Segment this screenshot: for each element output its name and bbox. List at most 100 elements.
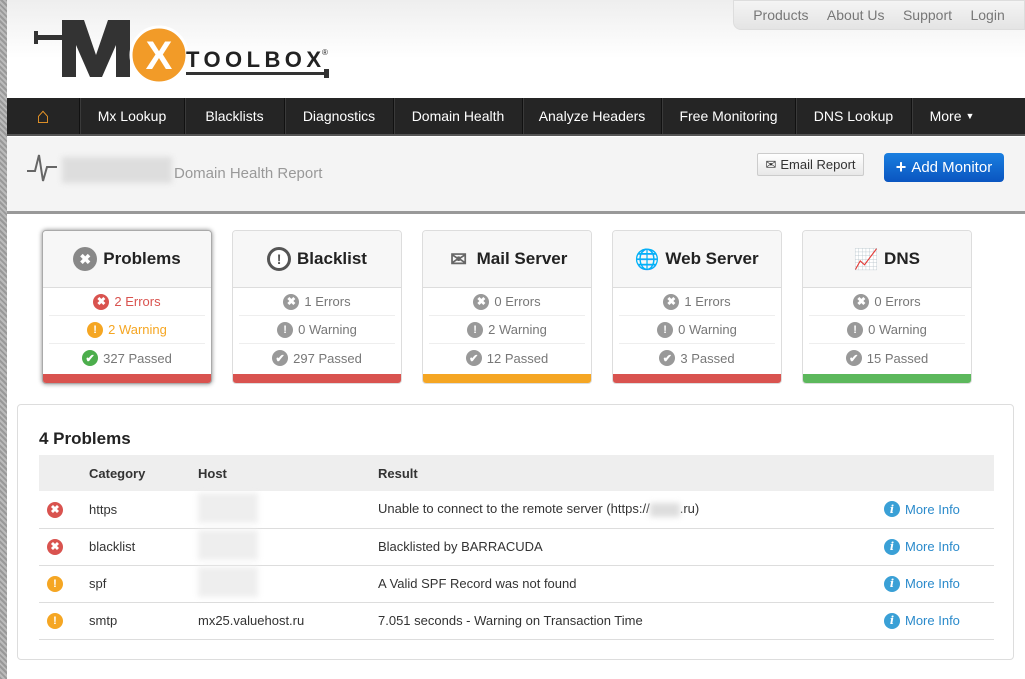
passed-count: 3 Passed xyxy=(680,350,735,366)
host-cell xyxy=(198,528,378,566)
passed-row: ✔ 15 Passed xyxy=(809,344,965,372)
card-blacklist[interactable]: ! Blacklist ✖ 1 Errors ! 0 Warning ✔ 297 Pas… xyxy=(232,230,402,384)
card-title: DNS xyxy=(884,249,920,268)
nav-more[interactable]: More ▼ xyxy=(912,98,992,134)
error-icon: ✖ xyxy=(663,293,680,310)
status-bar xyxy=(613,374,781,383)
passed-row: ✔ 3 Passed xyxy=(619,344,775,372)
nav-home[interactable]: ⌂ xyxy=(7,98,80,134)
link-products[interactable]: Products xyxy=(753,7,808,23)
errors-row: ✖ 1 Errors xyxy=(619,288,775,316)
check-icon: ✔ xyxy=(82,350,99,366)
mxtoolbox-logo: X TOOLBOX ® xyxy=(34,20,329,85)
check-icon: ✔ xyxy=(845,350,862,366)
nav-blacklists[interactable]: Blacklists xyxy=(185,98,285,134)
info-icon: i xyxy=(884,538,900,555)
more-info-cell: i More Info xyxy=(884,602,994,640)
nav-mx-lookup[interactable]: Mx Lookup xyxy=(80,98,185,134)
passed-count: 12 Passed xyxy=(486,350,549,366)
error-icon: ✖ xyxy=(47,538,63,555)
add-monitor-button[interactable]: + Add Monitor xyxy=(884,153,1004,182)
warning-icon: ! xyxy=(277,321,294,338)
host-redacted xyxy=(198,530,258,560)
check-icon: ✔ xyxy=(272,350,289,366)
nav-diagnostics[interactable]: Diagnostics xyxy=(285,98,394,134)
more-info-link[interactable]: i More Info xyxy=(884,575,994,592)
report-header: Domain Health Report xyxy=(7,137,1025,214)
nav-free-monitoring[interactable]: Free Monitoring xyxy=(662,98,796,134)
add-monitor-label: Add Monitor xyxy=(911,159,993,176)
warning-icon: ! xyxy=(657,321,674,338)
passed-count: 327 Passed xyxy=(103,350,172,366)
card-title: Web Server xyxy=(665,249,759,268)
top-links: Products About Us Support Login xyxy=(733,0,1025,30)
result-cell: A Valid SPF Record was not found xyxy=(378,565,884,603)
card-title: Problems xyxy=(103,249,181,268)
page-edge xyxy=(0,0,7,679)
link-about-us[interactable]: About Us xyxy=(827,7,885,23)
warning-count: 2 Warning xyxy=(108,322,167,337)
category-cell: https xyxy=(89,491,198,529)
error-icon: ✖ xyxy=(473,293,490,310)
problems-table: Category Host Result ✖ https Unable to c… xyxy=(39,455,994,640)
link-login[interactable]: Login xyxy=(970,7,1004,23)
host-redacted xyxy=(198,492,258,523)
error-icon: ✖ xyxy=(93,293,110,310)
more-info-link[interactable]: i More Info xyxy=(884,538,994,555)
card-mail-server[interactable]: ✉ Mail Server ✖ 0 Errors ! 2 Warning ✔ 12 Pa… xyxy=(422,230,592,384)
svg-text:X: X xyxy=(146,34,173,78)
warning-row: ! 2 Warning xyxy=(429,316,585,344)
problems-title: 4 Problems xyxy=(39,429,131,448)
host-cell xyxy=(198,565,378,603)
problems-icon: ✖ xyxy=(73,247,98,271)
nav-dns-lookup[interactable]: DNS Lookup xyxy=(796,98,912,134)
status-bar xyxy=(803,374,971,383)
passed-count: 297 Passed xyxy=(293,350,362,366)
email-report-button[interactable]: ✉ Email Report xyxy=(757,153,864,176)
col-category: Category xyxy=(89,455,198,491)
card-dns[interactable]: 📈 DNS ✖ 0 Errors ! 0 Warning ✔ 15 Passed xyxy=(802,230,972,384)
warning-row: ! 2 Warning xyxy=(49,316,205,344)
table-row: ! smtp mx25.valuehost.ru 7.051 seconds -… xyxy=(39,602,994,640)
status-cell: ✖ xyxy=(39,528,89,566)
host-cell: mx25.valuehost.ru xyxy=(198,602,378,640)
more-info-cell: i More Info xyxy=(884,528,994,566)
warning-row: ! 0 Warning xyxy=(619,316,775,344)
nav-analyze-headers[interactable]: Analyze Headers xyxy=(523,98,662,134)
passed-row: ✔ 12 Passed xyxy=(429,344,585,372)
top-header: X TOOLBOX ® Products About Us Support Lo… xyxy=(7,0,1025,98)
check-icon: ✔ xyxy=(465,350,482,366)
warning-icon: ! xyxy=(87,321,104,338)
warning-row: ! 0 Warning xyxy=(239,316,395,344)
warning-icon: ! xyxy=(47,613,63,629)
blacklist-icon: ! xyxy=(267,247,292,271)
result-text: Unable to connect to the remote server (… xyxy=(378,501,650,517)
mail-server-icon: ✉ xyxy=(450,248,467,271)
caret-down-icon: ▼ xyxy=(965,111,975,121)
warning-row: ! 0 Warning xyxy=(809,316,965,344)
more-info-link[interactable]: i More Info xyxy=(884,501,994,518)
errors-row: ✖ 0 Errors xyxy=(429,288,585,316)
card-header: 📈 DNS xyxy=(803,231,971,288)
card-web-server[interactable]: 🌐 Web Server ✖ 1 Errors ! 0 Warning ✔ 3 Pass… xyxy=(612,230,782,384)
status-bar xyxy=(423,374,591,383)
warning-count: 0 Warning xyxy=(298,322,357,337)
link-support[interactable]: Support xyxy=(903,7,952,23)
more-info-link[interactable]: i More Info xyxy=(884,612,994,629)
nav-more-label: More xyxy=(929,108,962,124)
card-header: ✖ Problems xyxy=(43,231,211,288)
card-problems[interactable]: ✖ Problems ✖ 2 Errors ! 2 Warning ✔ 327 Pass… xyxy=(42,230,212,384)
result-text-end: .ru) xyxy=(679,501,700,517)
nav-domain-health[interactable]: Domain Health xyxy=(394,98,523,134)
result-text: Blacklisted by BARRACUDA xyxy=(378,539,543,554)
host-value: mx25.valuehost.ru xyxy=(198,613,305,628)
errors-row: ✖ 2 Errors xyxy=(49,288,205,316)
warning-count: 0 Warning xyxy=(868,322,927,337)
card-header: 🌐 Web Server xyxy=(613,231,781,288)
more-info-label: More Info xyxy=(905,501,960,517)
col-result: Result xyxy=(378,455,884,491)
card-title: Blacklist xyxy=(297,249,367,268)
errors-count: 0 Errors xyxy=(494,294,541,309)
check-icon: ✔ xyxy=(659,350,676,366)
more-info-cell: i More Info xyxy=(884,565,994,603)
